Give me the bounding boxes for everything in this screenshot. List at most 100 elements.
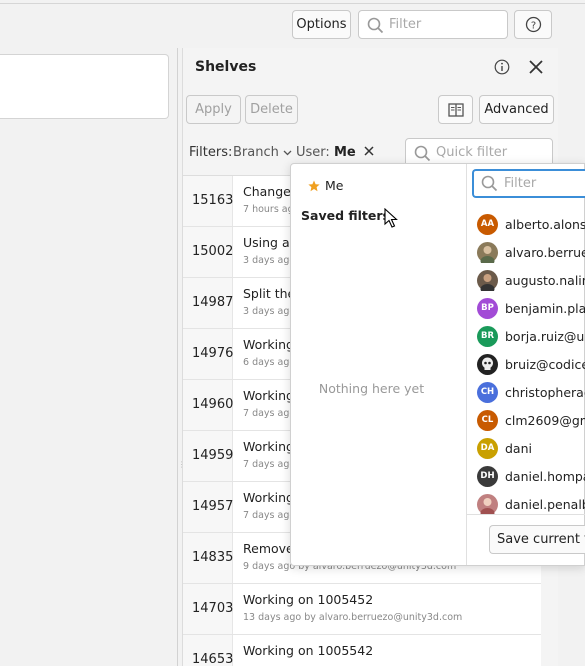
user-item[interactable]: BR borja.ruiz@uni xyxy=(477,326,585,348)
user-email: alberto.alonso xyxy=(505,217,585,232)
table-row[interactable]: 14653 Working on 1005542 xyxy=(183,635,541,666)
close-icon[interactable] xyxy=(529,60,543,74)
user-item[interactable]: AA alberto.alonso xyxy=(477,214,585,236)
search-icon xyxy=(481,175,498,192)
user-item[interactable]: CL clm2609@gma xyxy=(477,410,585,432)
user-filter-placeholder: Filter xyxy=(504,176,537,191)
shelve-title: Working on 1005452 xyxy=(243,592,374,607)
avatar: BR xyxy=(477,326,498,347)
shelve-meta: 13 days ago by alvaro.berruezo@unity3d.c… xyxy=(243,612,463,623)
pane-splitter[interactable] xyxy=(177,48,178,666)
filter-placeholder: Filter xyxy=(389,17,422,32)
user-photo-icon xyxy=(480,498,495,518)
shelve-id: 15163 xyxy=(183,176,233,226)
shelve-id: 14835 xyxy=(183,533,233,583)
shelve-meta: 3 days ago xyxy=(243,306,296,317)
branch-filter-chip[interactable]: Branch xyxy=(233,145,292,160)
avatar: CH xyxy=(477,382,498,403)
user-item[interactable]: bruiz@codices xyxy=(477,354,585,376)
user-email: christophera@ xyxy=(505,385,585,400)
saved-filters-heading: Saved filters xyxy=(301,208,390,223)
user-photo-icon xyxy=(480,246,495,266)
me-option-label: Me xyxy=(325,178,344,193)
help-icon: ? xyxy=(525,16,541,33)
quick-filter-placeholder: Quick filter xyxy=(436,145,508,160)
shelve-meta: 6 days ago xyxy=(243,357,296,368)
user-item[interactable]: augusto.nalin@ xyxy=(477,270,585,294)
user-email: alvaro.berruez xyxy=(505,245,585,260)
info-icon[interactable] xyxy=(494,59,510,75)
user-email: borja.ruiz@uni xyxy=(505,329,585,344)
left-pane xyxy=(0,48,177,666)
options-button[interactable]: Options xyxy=(292,10,351,39)
shelve-id: 14653 xyxy=(183,635,233,666)
avatar: AA xyxy=(477,214,498,235)
dropdown-footer-divider xyxy=(467,514,585,515)
save-current-filter-button[interactable]: Save current filt xyxy=(489,525,585,554)
help-button[interactable]: ? xyxy=(514,10,552,39)
split-view-icon xyxy=(447,103,464,117)
shelve-title: Working xyxy=(243,388,294,403)
user-email: daniel.hompan xyxy=(505,469,585,484)
user-filter-dropdown: Me Saved filters Nothing here yet Filter… xyxy=(290,163,585,566)
me-option[interactable]: Me xyxy=(308,178,458,198)
shelve-title: Working xyxy=(243,337,294,352)
svg-text:?: ? xyxy=(530,21,535,32)
user-filter-key: User: xyxy=(296,145,330,160)
shelve-id: 14959 xyxy=(183,431,233,481)
shelve-meta: 7 days ago xyxy=(243,408,296,419)
shelve-title: Working on 1005542 xyxy=(243,643,374,658)
user-item[interactable]: alvaro.berruez xyxy=(477,242,585,266)
user-item[interactable]: daniel.penalba xyxy=(477,494,585,518)
shelve-id: 14976 xyxy=(183,329,233,379)
user-item[interactable]: BP benjamin.pla@ xyxy=(477,298,585,320)
avatar xyxy=(477,242,498,266)
user-item[interactable]: CH christophera@ xyxy=(477,382,585,404)
user-item[interactable]: DH daniel.hompan xyxy=(477,466,585,488)
splitter-grip-icon[interactable]: ⋮ xyxy=(178,460,186,469)
table-row[interactable]: 14703 Working on 1005452 13 days ago by … xyxy=(183,584,541,635)
avatar xyxy=(477,270,498,294)
split-view-button[interactable] xyxy=(438,95,473,124)
avatar: BP xyxy=(477,298,498,319)
user-filter-input[interactable]: Filter xyxy=(472,169,585,198)
branch-filter-label: Branch xyxy=(233,145,279,160)
top-toolbar: Options Filter ? xyxy=(0,0,585,48)
user-email: clm2609@gma xyxy=(505,413,585,428)
user-email: dani xyxy=(505,441,532,456)
skull-icon xyxy=(482,357,493,370)
advanced-button[interactable]: Advanced xyxy=(479,95,554,124)
user-photo-icon xyxy=(480,274,495,294)
apply-button[interactable]: Apply xyxy=(186,95,241,124)
avatar: DA xyxy=(477,438,498,459)
avatar: CL xyxy=(477,410,498,431)
user-email: daniel.penalba xyxy=(505,497,585,512)
filter-input[interactable]: Filter xyxy=(358,10,508,39)
shelve-meta: 3 days ago xyxy=(243,255,296,266)
user-email: benjamin.pla@ xyxy=(505,301,585,316)
user-filter-chip[interactable]: User: Me xyxy=(296,145,374,160)
user-item[interactable]: DA dani xyxy=(477,438,585,460)
empty-state-text: Nothing here yet xyxy=(318,381,425,396)
shelve-title: Split the xyxy=(243,286,296,301)
avatar: DH xyxy=(477,466,498,487)
chevron-down-icon xyxy=(283,150,292,156)
remove-filter-icon[interactable] xyxy=(364,146,374,156)
shelve-meta: 7 days ago xyxy=(243,510,296,521)
shelve-title: Working xyxy=(243,439,294,454)
mouse-cursor-icon xyxy=(384,208,398,228)
shelve-title: Remove xyxy=(243,541,294,556)
delete-button[interactable]: Delete xyxy=(245,95,298,124)
shelve-id: 14703 xyxy=(183,584,233,634)
shelve-meta: 7 days ago xyxy=(243,459,296,470)
top-divider xyxy=(0,3,585,4)
shelve-id: 14957 xyxy=(183,482,233,532)
shelve-id: 15002 xyxy=(183,227,233,277)
shelve-title: Working xyxy=(243,490,294,505)
avatar xyxy=(477,494,498,518)
shelve-id: 14960 xyxy=(183,380,233,430)
star-icon xyxy=(308,180,320,192)
shelve-id: 14987 xyxy=(183,278,233,328)
user-email: augusto.nalin@ xyxy=(505,273,585,288)
shelve-title: Using a xyxy=(243,235,290,250)
